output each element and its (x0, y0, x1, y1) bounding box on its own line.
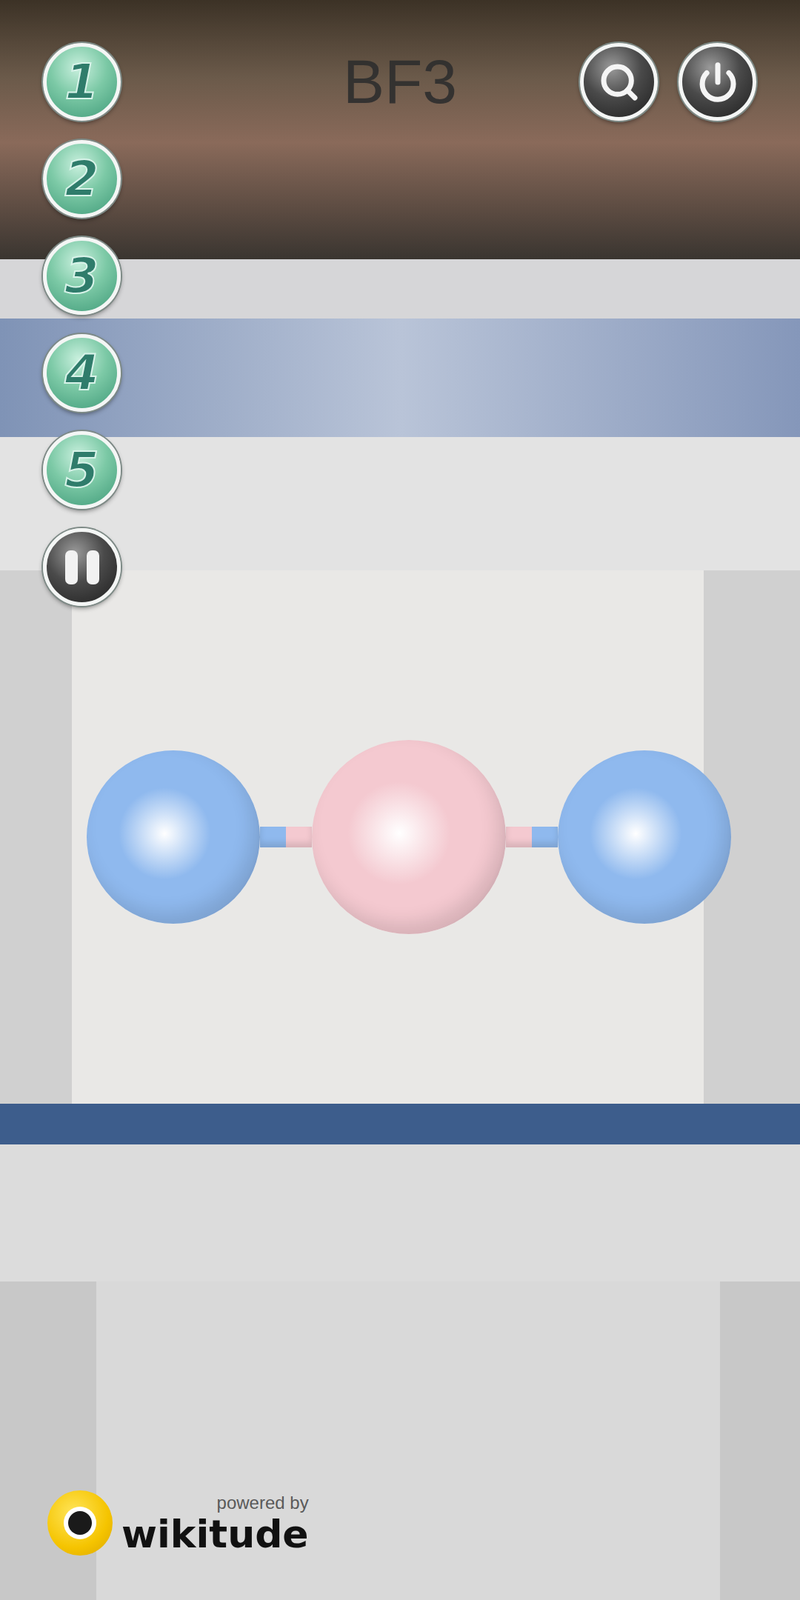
bond (505, 826, 558, 848)
number-label: 4 (65, 348, 100, 398)
laptop-bezel (0, 0, 800, 260)
number-button[interactable]: 4 (42, 334, 121, 412)
atom-sphere (311, 740, 506, 935)
atom-sphere (557, 750, 732, 924)
brand-name: wikitude (121, 1513, 309, 1556)
number-label: 1 (65, 57, 100, 107)
ar-view: 1 2 3 4 5 BF3 powered bywikitude (0, 0, 800, 1600)
atom-sphere (86, 750, 260, 924)
molecule-model[interactable] (86, 740, 732, 935)
wikitude-logo-icon (47, 1490, 113, 1556)
second-viewer-toolbar (0, 1144, 800, 1282)
wikitude-branding: powered bywikitude (47, 1490, 309, 1556)
power-icon (697, 61, 739, 103)
second-viewer-content (0, 1281, 800, 1600)
desktop-strip (0, 1103, 800, 1145)
number-button[interactable]: 1 (42, 42, 121, 121)
number-label: 2 (65, 154, 100, 204)
top-right-buttons (580, 42, 757, 121)
bond (260, 826, 312, 848)
number-label: 5 (65, 445, 100, 495)
number-button[interactable]: 2 (42, 140, 121, 218)
magnifier-icon (598, 61, 640, 103)
pause-icon (65, 550, 100, 585)
powered-by-label: powered by (217, 1493, 309, 1513)
viewer-toolbar (0, 437, 800, 571)
model-buttons: 1 2 3 4 5 (42, 42, 121, 606)
number-label: 3 (65, 251, 100, 301)
number-button[interactable]: 3 (42, 237, 121, 315)
model-title: BF3 (222, 42, 578, 121)
pause-button[interactable] (42, 528, 121, 606)
power-button[interactable] (678, 42, 757, 121)
number-button[interactable]: 5 (42, 431, 121, 509)
search-button[interactable] (580, 42, 658, 121)
